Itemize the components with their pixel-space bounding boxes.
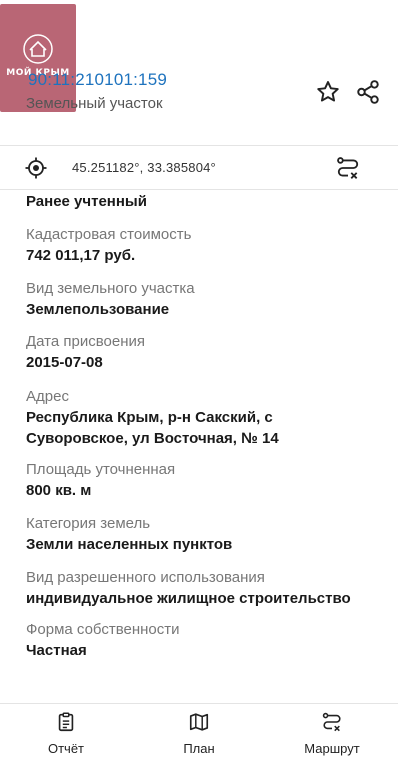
field-value-assignment-date: 2015-07-08	[26, 354, 103, 371]
route-button[interactable]	[332, 152, 364, 184]
route-icon	[337, 157, 359, 179]
nav-route[interactable]: Маршрут	[282, 710, 382, 762]
field-label-area: Площадь уточненная	[26, 461, 176, 478]
field-value-land-category: Земли населенных пунктов	[26, 536, 233, 553]
registration-status: Ранее учтенный	[26, 193, 147, 210]
nav-report-label: Отчёт	[47, 741, 85, 756]
share-icon	[357, 80, 379, 104]
field-value-land-type: Землепользование	[26, 301, 170, 318]
nav-plan-label: План	[183, 741, 215, 756]
star-icon	[317, 81, 339, 102]
field-label-assignment-date: Дата присвоения	[26, 333, 145, 350]
field-label-land-category: Категория земель	[26, 515, 151, 532]
field-label-land-type: Вид земельного участка	[26, 280, 195, 297]
nav-route-label: Маршрут	[304, 741, 360, 756]
field-label-permitted-use: Вид разрешенного использования	[26, 569, 265, 586]
coordinates-text[interactable]: 45.251182°, 33.385804°	[72, 160, 216, 175]
field-value-permitted-use: индивидуальное жилищное строительство	[26, 590, 351, 607]
coordinates-bar: 45.251182°, 33.385804°	[0, 145, 398, 190]
nav-report[interactable]: Отчёт	[16, 710, 116, 762]
header: МОЙ КРЫМ 90:11:210101:159 Земельный учас…	[0, 0, 398, 145]
field-value-address: Республика Крым, р-н Сакский, с Суворовс…	[26, 409, 279, 447]
field-value-ownership-form: Частная	[26, 642, 87, 659]
cadastral-number[interactable]: 90:11:210101:159	[28, 70, 167, 90]
favorite-button[interactable]	[312, 76, 344, 108]
field-value-area: 800 кв. м	[26, 482, 92, 499]
field-label-address: Адрес	[26, 388, 69, 405]
object-type: Земельный участок	[26, 95, 163, 112]
route-icon	[320, 710, 344, 734]
bottom-navigation: Отчёт План Маршрут	[0, 703, 398, 767]
report-icon	[54, 710, 78, 734]
field-label-cadastral-value: Кадастровая стоимость	[26, 226, 192, 243]
field-label-ownership-form: Форма собственности	[26, 621, 180, 638]
crosshair-icon	[25, 157, 47, 179]
logo-house-icon	[23, 33, 53, 64]
map-icon	[187, 710, 211, 734]
share-button[interactable]	[352, 76, 384, 108]
field-value-cadastral-value: 742 011,17 руб.	[26, 247, 136, 264]
nav-plan[interactable]: План	[149, 710, 249, 762]
locate-button[interactable]	[22, 154, 50, 182]
